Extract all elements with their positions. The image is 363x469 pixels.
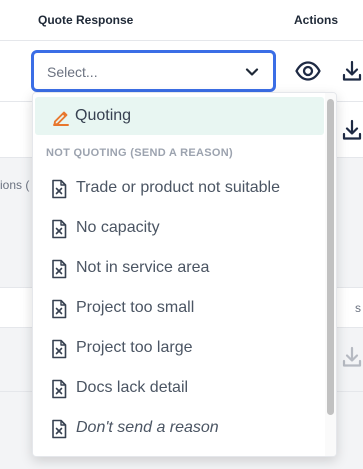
table-header-row: Quote Response Actions <box>0 0 363 41</box>
document-x-icon <box>52 179 67 199</box>
document-x-icon <box>52 379 67 399</box>
menu-option-label: Not in service area <box>76 259 210 276</box>
column-header-actions: Actions <box>294 13 339 27</box>
chevron-down-icon <box>245 68 259 76</box>
document-x-icon <box>52 419 67 439</box>
menu-option-reason[interactable]: Project too small <box>35 291 324 327</box>
document-x-icon <box>52 339 67 359</box>
quote-response-select[interactable]: Select... <box>31 50 276 92</box>
menu-option-reason[interactable]: Docs lack detail <box>35 371 324 407</box>
menu-option-label: Quoting <box>75 107 132 124</box>
menu-scrollbar-thumb[interactable] <box>327 99 334 415</box>
truncated-cell-text-right: s <box>355 301 361 315</box>
menu-option-quoting[interactable]: Quoting <box>35 97 324 135</box>
truncated-cell-text: ions ( <box>0 178 30 192</box>
download-icon[interactable] <box>341 119 363 141</box>
menu-option-label: Project too large <box>76 339 193 356</box>
download-icon[interactable] <box>341 346 363 368</box>
eye-icon[interactable] <box>295 60 321 82</box>
menu-option-reason[interactable]: Not in service area <box>35 251 324 287</box>
menu-option-label: Don't send a reason <box>76 419 219 436</box>
document-x-icon <box>52 299 67 319</box>
menu-option-no-reason[interactable]: Don't send a reason <box>35 411 324 447</box>
menu-option-label: Project too small <box>76 299 195 316</box>
menu-option-reason[interactable]: Project too large <box>35 331 324 367</box>
pencil-icon <box>53 111 69 126</box>
menu-group-label: NOT QUOTING (SEND A REASON) <box>46 147 233 159</box>
download-icon[interactable] <box>341 60 363 82</box>
select-placeholder: Select... <box>47 64 98 80</box>
column-header-quote-response: Quote Response <box>38 13 134 27</box>
quote-response-menu: Quoting NOT QUOTING (SEND A REASON) Trad… <box>32 92 337 457</box>
menu-option-reason[interactable]: No capacity <box>35 211 324 247</box>
document-x-icon <box>52 259 67 279</box>
menu-option-label: Docs lack detail <box>76 379 189 396</box>
menu-option-reason[interactable]: Trade or product not suitable <box>35 171 324 207</box>
menu-option-label: Trade or product not suitable <box>76 179 280 196</box>
menu-option-label: No capacity <box>76 219 160 236</box>
document-x-icon <box>52 219 67 239</box>
